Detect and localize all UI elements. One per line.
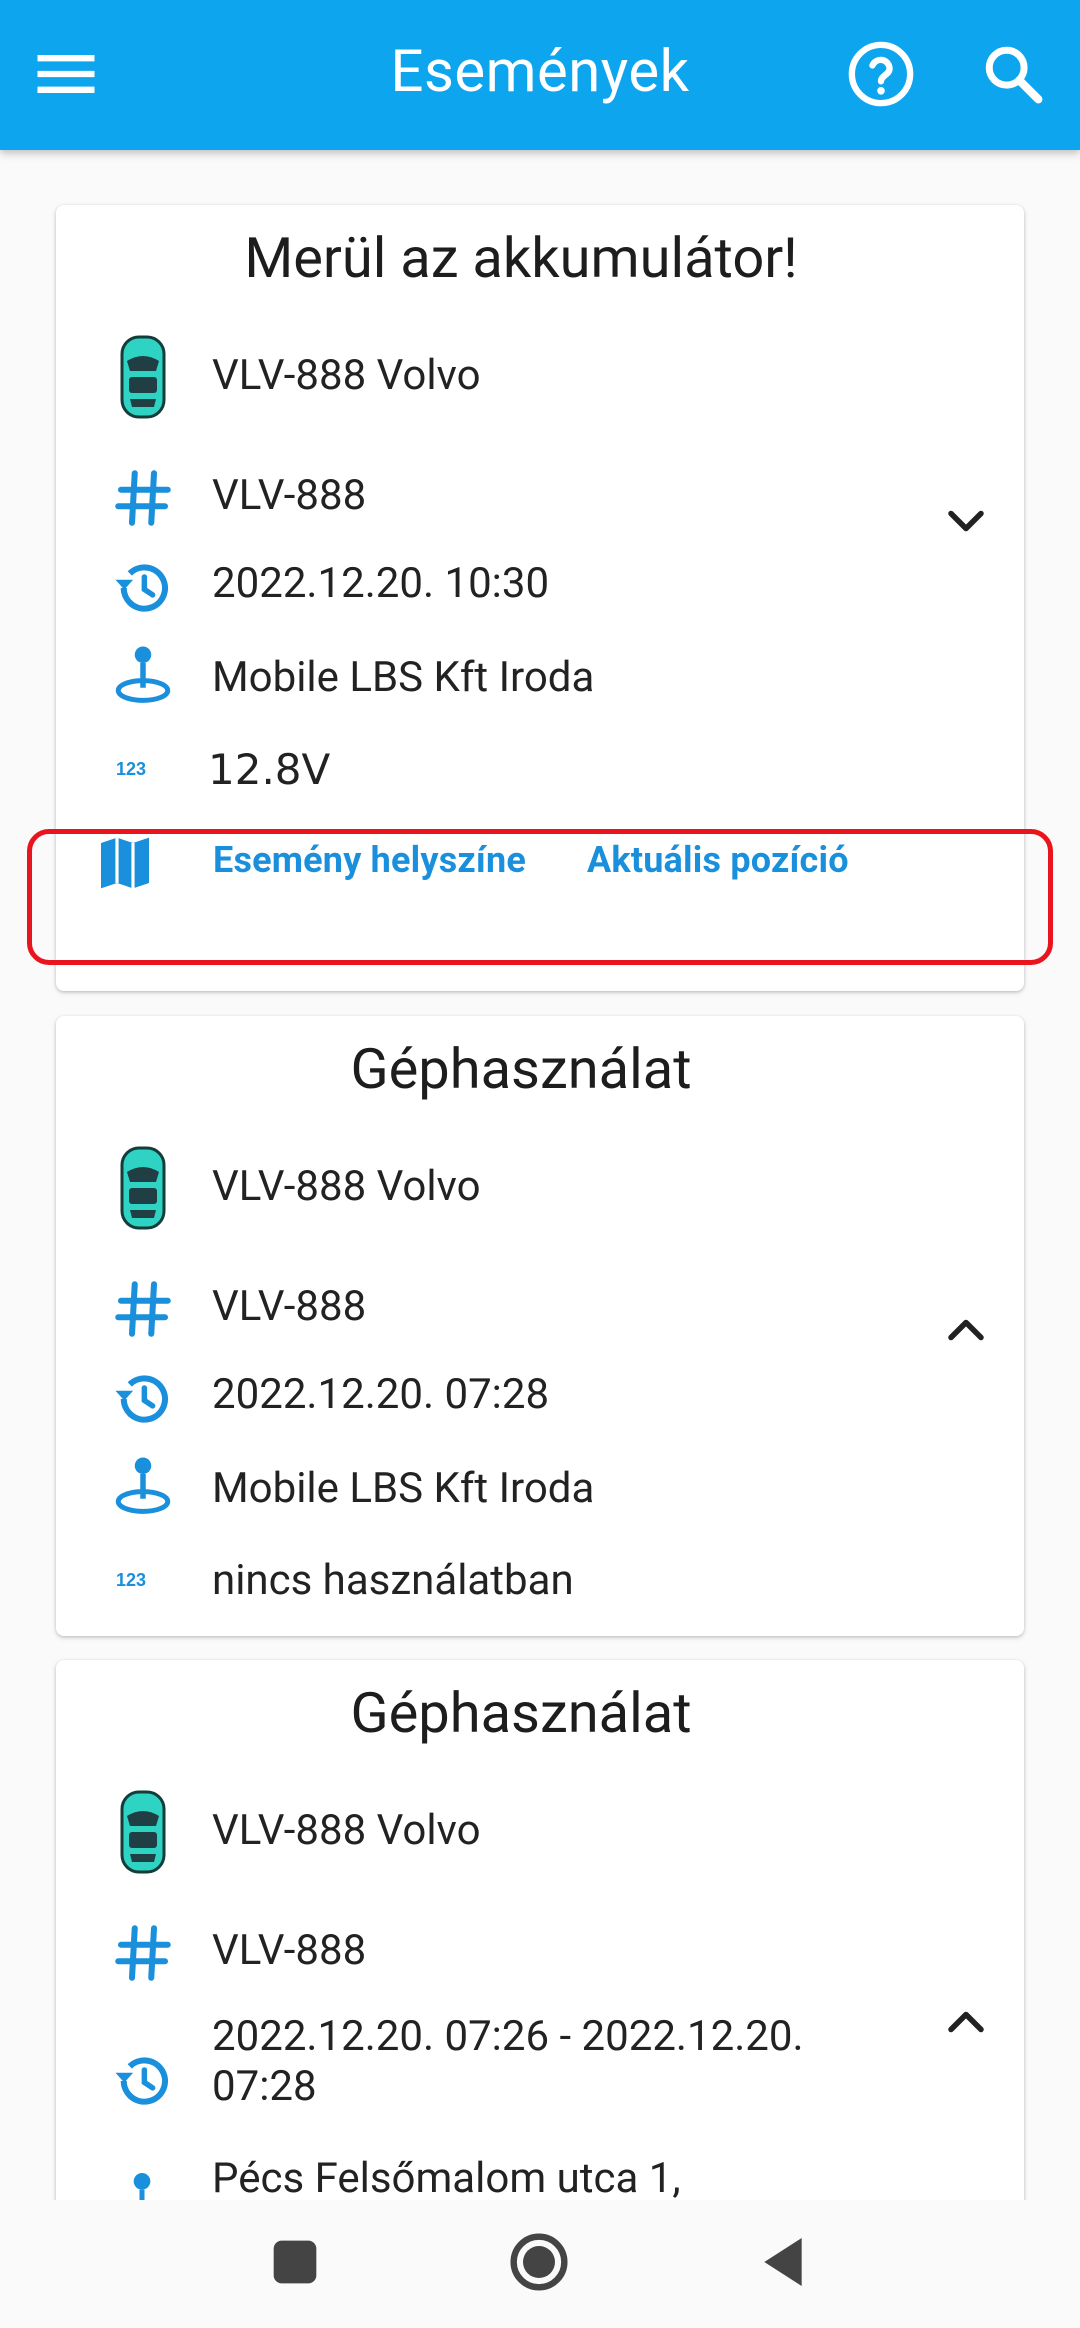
app-bar: Események xyxy=(0,0,1080,150)
car-icon xyxy=(120,1790,166,1874)
history-icon xyxy=(115,2057,169,2105)
home-circle-icon[interactable] xyxy=(507,2230,571,2294)
history-icon xyxy=(115,564,169,612)
event-value: nincs használatban xyxy=(212,1556,574,1605)
back-triangle-icon[interactable] xyxy=(751,2230,815,2294)
vehicle-name: VLV-888 Volvo xyxy=(212,351,481,400)
current-position-button[interactable]: Aktuális pozíció xyxy=(587,839,849,881)
svg-text:123: 123 xyxy=(116,759,146,779)
event-location: Mobile LBS Kft Iroda xyxy=(212,1464,595,1513)
vehicle-name: VLV-888 Volvo xyxy=(212,1162,481,1211)
location-row: Mobile LBS Kft Iroda xyxy=(86,1457,986,1538)
time-row: 2022.12.20. 10:30 xyxy=(86,559,986,641)
map-icon xyxy=(101,837,149,889)
vehicle-row: VLV-888 Volvo xyxy=(86,1146,986,1236)
card-actions: Esemény helyszíne Aktuális pozíció xyxy=(56,817,1024,913)
event-value: 12.8V xyxy=(208,745,331,794)
plate-row: VLV-888 xyxy=(86,470,986,553)
search-icon xyxy=(985,46,1043,104)
history-icon xyxy=(115,1375,169,1423)
car-icon xyxy=(120,335,166,419)
chevron-down-icon[interactable] xyxy=(936,491,996,551)
hash-icon xyxy=(115,470,171,526)
help-button[interactable] xyxy=(843,36,919,112)
event-title: Merül az akkumulátor! xyxy=(244,225,798,291)
vehicle-row: VLV-888 Volvo xyxy=(86,335,986,425)
value-row: 123 12.8V xyxy=(86,743,986,823)
time-row: 2022.12.20. 07:28 xyxy=(86,1370,986,1452)
vehicle-row: VLV-888 Volvo xyxy=(86,1790,986,1880)
plate-number: VLV-888 xyxy=(212,1926,367,1975)
plate-row: VLV-888 xyxy=(86,1925,986,2008)
location-row: Mobile LBS Kft Iroda xyxy=(86,646,986,727)
plate-row: VLV-888 xyxy=(86,1281,986,1364)
event-time: 2022.12.20. 10:30 xyxy=(212,559,550,608)
numeric-123-icon: 123 xyxy=(116,1570,146,1590)
vehicle-name: VLV-888 Volvo xyxy=(212,1806,481,1855)
time-row: 2022.12.20. 07:26 - 2022.12.20. 07:28 xyxy=(86,2012,986,2136)
value-row: 123 nincs használatban xyxy=(86,1554,986,1634)
system-nav-bar xyxy=(0,2200,1080,2328)
hash-icon xyxy=(115,1281,171,1337)
plate-number: VLV-888 xyxy=(212,471,367,520)
event-card[interactable]: Géphasználat VLV-888 Volvo VLV-888 2022.… xyxy=(56,1016,1024,1636)
search-button[interactable] xyxy=(975,36,1051,112)
event-time: 2022.12.20. 07:26 - 2022.12.20. 07:28 xyxy=(212,2012,804,2111)
event-title: Géphasználat xyxy=(350,1036,692,1102)
event-time: 2022.12.20. 07:28 xyxy=(212,1370,550,1419)
event-location: Pécs Felsőmalom utca 1, xyxy=(212,2154,681,2203)
location-pin-icon xyxy=(115,1457,171,1514)
event-location-button[interactable]: Esemény helyszíne xyxy=(213,839,526,881)
svg-text:123: 123 xyxy=(116,1570,146,1590)
event-location: Mobile LBS Kft Iroda xyxy=(212,653,595,702)
plate-number: VLV-888 xyxy=(212,1282,367,1331)
hash-icon xyxy=(115,1925,171,1981)
numeric-123-icon: 123 xyxy=(116,759,146,779)
recents-square-icon[interactable] xyxy=(263,2230,327,2294)
help-circle-icon xyxy=(848,41,914,107)
car-icon xyxy=(120,1146,166,1230)
event-title: Géphasználat xyxy=(350,1680,692,1746)
event-card[interactable]: Merül az akkumulátor! VLV-888 Volvo VLV-… xyxy=(56,205,1024,991)
chevron-up-icon[interactable] xyxy=(936,1300,996,1360)
location-pin-icon xyxy=(115,646,171,703)
